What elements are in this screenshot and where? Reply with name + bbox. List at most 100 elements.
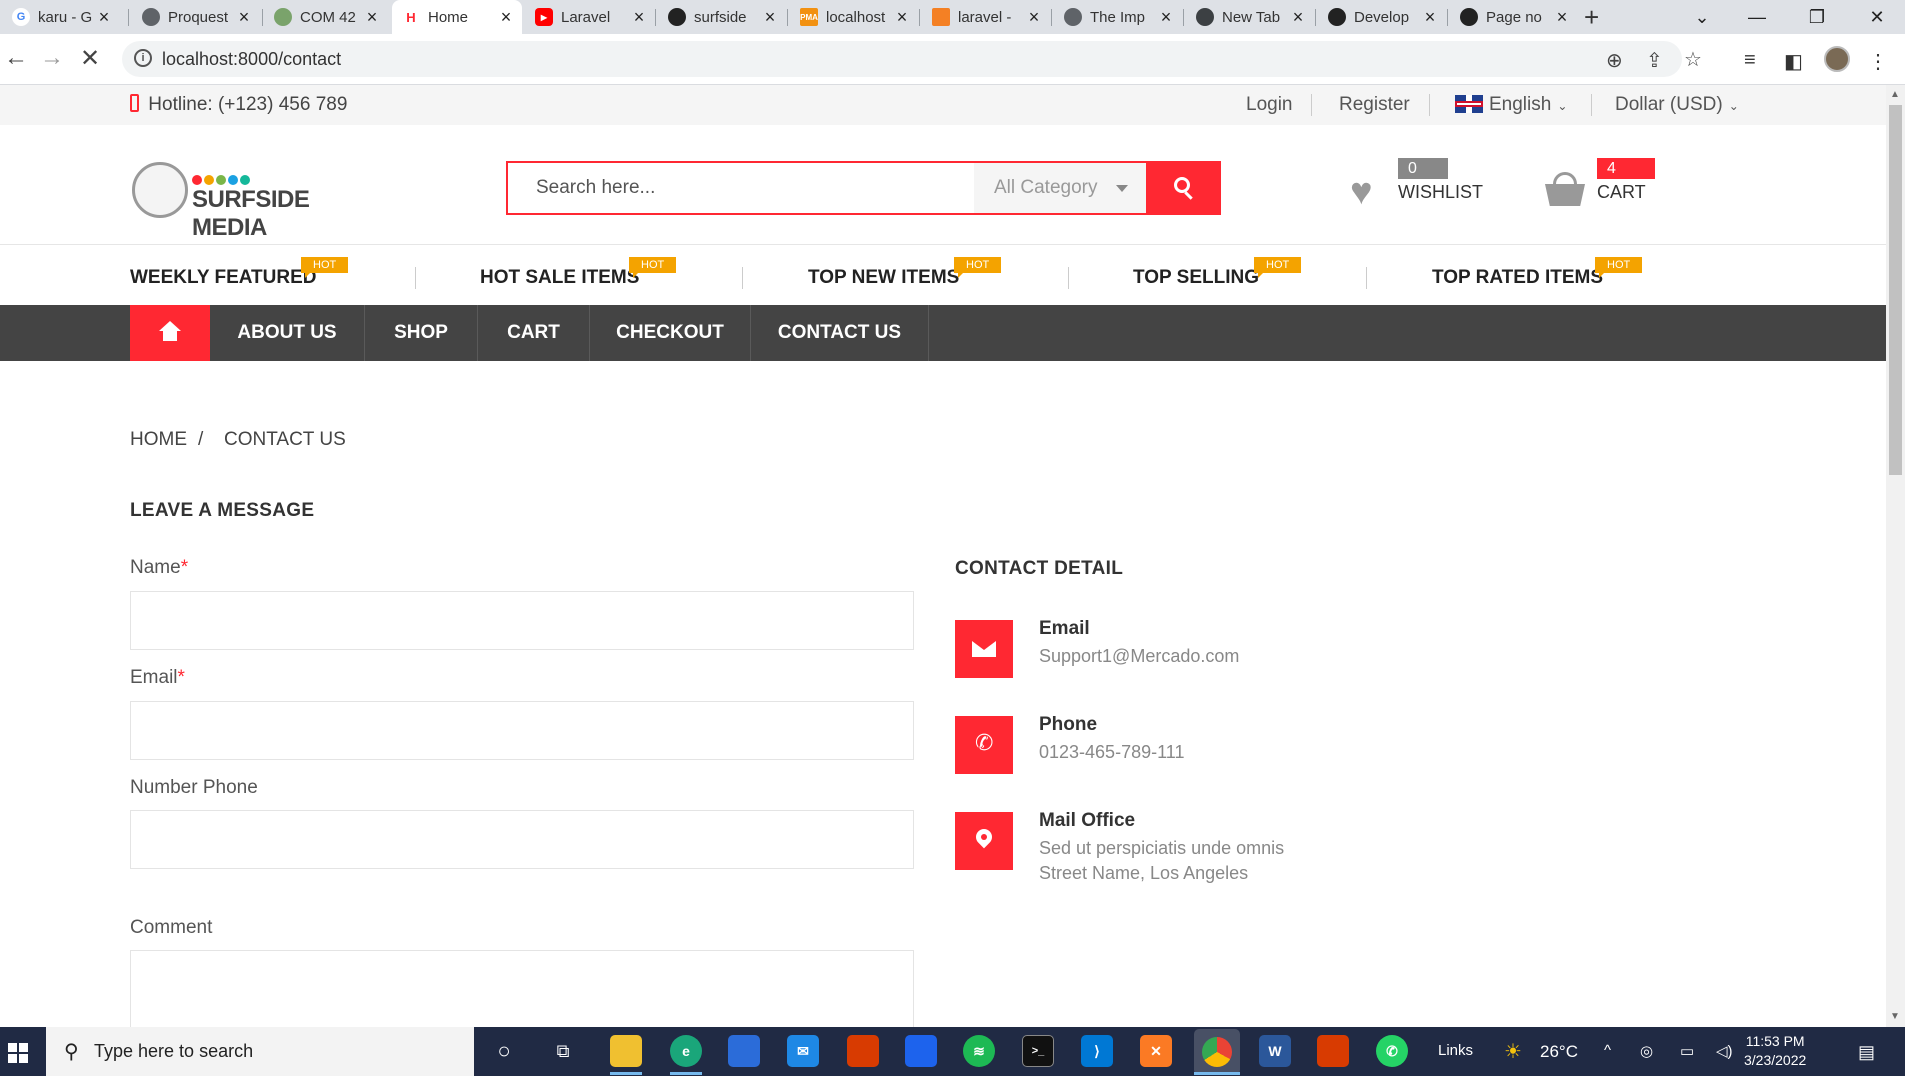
menu-item-shop[interactable]: SHOP: [365, 305, 478, 361]
network-icon[interactable]: ◎: [1640, 1042, 1653, 1060]
browser-tab[interactable]: ▶ Laravel ×: [525, 0, 655, 34]
window-close-button[interactable]: ✕: [1847, 0, 1905, 34]
comment-field[interactable]: [130, 950, 914, 1027]
category-select[interactable]: All Category: [974, 163, 1146, 213]
browser-tab[interactable]: laravel - ×: [922, 0, 1050, 34]
browser-tab[interactable]: PMA localhost ×: [790, 0, 918, 34]
browser-tab[interactable]: surfside ×: [658, 0, 786, 34]
browser-tab-active[interactable]: H Home ×: [392, 0, 522, 34]
zoom-icon[interactable]: ⊕: [1606, 48, 1623, 73]
mail-icon[interactable]: ✉: [787, 1035, 819, 1067]
featured-top-selling[interactable]: TOP SELLING: [1133, 267, 1259, 289]
home-icon: [159, 321, 181, 331]
register-link[interactable]: Register: [1339, 94, 1410, 116]
close-icon[interactable]: ×: [894, 7, 910, 28]
back-icon[interactable]: ←: [4, 44, 28, 72]
close-icon[interactable]: ×: [631, 7, 647, 28]
forward-icon[interactable]: →: [40, 44, 64, 72]
search-input[interactable]: [508, 163, 974, 213]
meet-icon[interactable]: ▭: [1680, 1042, 1694, 1060]
address-bar[interactable]: i localhost:8000/contact ⊕ ⇪ ☆: [122, 41, 1702, 77]
currency-select[interactable]: Dollar (USD) ⌄: [1615, 94, 1739, 116]
scroll-down-icon[interactable]: ▼: [1890, 1011, 1900, 1022]
menu-item-contact-us[interactable]: CONTACT US: [751, 305, 929, 361]
docker-icon[interactable]: [905, 1035, 937, 1067]
email-field[interactable]: [130, 701, 914, 760]
bookmark-star-icon[interactable]: ☆: [1684, 47, 1702, 72]
office-icon[interactable]: [847, 1035, 879, 1067]
notifications-icon[interactable]: ▤: [1858, 1042, 1875, 1063]
page-scrollbar[interactable]: ▲ ▼: [1886, 85, 1905, 1027]
stop-loading-icon[interactable]: ✕: [80, 44, 100, 73]
close-icon[interactable]: ×: [1158, 7, 1174, 28]
side-panel-icon[interactable]: ◧: [1784, 49, 1803, 74]
menu-item-about-us[interactable]: ABOUT US: [210, 305, 365, 361]
taskbar-search-box[interactable]: ⚲ Type here to search: [46, 1027, 474, 1076]
avatar[interactable]: [1824, 46, 1850, 72]
chevron-up-icon[interactable]: ^: [1604, 1042, 1611, 1059]
new-tab-button[interactable]: +: [1584, 2, 1599, 33]
chrome-icon[interactable]: [1194, 1029, 1240, 1075]
name-field[interactable]: [130, 591, 914, 650]
close-icon[interactable]: ×: [1026, 7, 1042, 28]
terminal-icon[interactable]: >_: [1022, 1035, 1054, 1067]
search-button[interactable]: [1146, 163, 1221, 213]
file-explorer-icon[interactable]: [610, 1035, 642, 1067]
browser-tab[interactable]: Proquest ×: [132, 0, 260, 34]
close-icon[interactable]: ×: [364, 7, 380, 28]
close-icon[interactable]: ×: [236, 7, 252, 28]
links-toolbar[interactable]: Links: [1438, 1042, 1473, 1059]
breadcrumb-home[interactable]: HOME: [130, 429, 187, 451]
system-clock[interactable]: 11:53 PM 3/23/2022: [1744, 1032, 1806, 1070]
menu-item-checkout[interactable]: CHECKOUT: [590, 305, 751, 361]
volume-icon[interactable]: ◁): [1716, 1042, 1733, 1060]
browser-tab[interactable]: New Tab ×: [1186, 0, 1314, 34]
menu-home-button[interactable]: [130, 305, 210, 361]
close-icon[interactable]: ×: [498, 7, 514, 28]
temperature[interactable]: 26°C: [1540, 1042, 1578, 1062]
page-content: Hotline: (+123) 456 789 Login Register E…: [0, 85, 1886, 1027]
close-icon[interactable]: ×: [1422, 7, 1438, 28]
word-icon[interactable]: W: [1259, 1035, 1291, 1067]
featured-top-new[interactable]: TOP NEW ITEMS: [808, 267, 959, 289]
close-icon[interactable]: ×: [96, 7, 112, 28]
browser-tab[interactable]: G karu - G ×: [2, 0, 120, 34]
site-info-icon[interactable]: i: [134, 49, 152, 67]
phone-field[interactable]: [130, 810, 914, 869]
media-icon[interactable]: ≡: [1744, 49, 1756, 72]
vscode-icon[interactable]: ⟩: [1081, 1035, 1113, 1067]
close-icon[interactable]: ×: [1554, 7, 1570, 28]
xampp-icon[interactable]: ✕: [1140, 1035, 1172, 1067]
powerpoint-icon[interactable]: [1317, 1035, 1349, 1067]
cortana-icon[interactable]: ○: [488, 1035, 520, 1067]
share-icon[interactable]: ⇪: [1646, 48, 1663, 73]
browser-tab[interactable]: COM 42 ×: [264, 0, 388, 34]
store-icon[interactable]: [728, 1035, 760, 1067]
language-select[interactable]: English ⌄: [1455, 94, 1567, 116]
close-icon[interactable]: ×: [1290, 7, 1306, 28]
spotify-icon[interactable]: ≋: [963, 1035, 995, 1067]
featured-top-rated[interactable]: TOP RATED ITEMS: [1432, 267, 1603, 289]
login-link[interactable]: Login: [1246, 94, 1293, 116]
browser-tab[interactable]: Page no ×: [1450, 0, 1578, 34]
browser-tab[interactable]: Develop ×: [1318, 0, 1446, 34]
whatsapp-icon[interactable]: ✆: [1376, 1035, 1408, 1067]
featured-weekly[interactable]: WEEKLY FEATURED: [130, 267, 317, 289]
minimize-button[interactable]: —: [1727, 0, 1787, 34]
edge-icon[interactable]: e: [670, 1035, 702, 1067]
menu-item-cart[interactable]: CART: [478, 305, 590, 361]
start-button[interactable]: [0, 1027, 46, 1076]
scrollbar-thumb[interactable]: [1889, 105, 1902, 475]
weather-icon[interactable]: ☀: [1504, 1039, 1522, 1064]
logo[interactable]: SURFSIDE MEDIA: [132, 162, 372, 241]
featured-hot-sale[interactable]: HOT SALE ITEMS: [480, 267, 639, 289]
task-view-icon[interactable]: ⧉: [547, 1035, 579, 1067]
tab-search-chevron-icon[interactable]: ⌄: [1672, 0, 1732, 34]
menu-kebab-icon[interactable]: ⋮: [1868, 49, 1888, 74]
maximize-button[interactable]: ❐: [1787, 0, 1847, 34]
browser-tab[interactable]: The Imp ×: [1054, 0, 1182, 34]
scroll-up-icon[interactable]: ▲: [1890, 89, 1900, 100]
phone-label: Number Phone: [130, 777, 258, 798]
close-icon[interactable]: ×: [762, 7, 778, 28]
contact-detail-heading: CONTACT DETAIL: [955, 558, 1124, 579]
